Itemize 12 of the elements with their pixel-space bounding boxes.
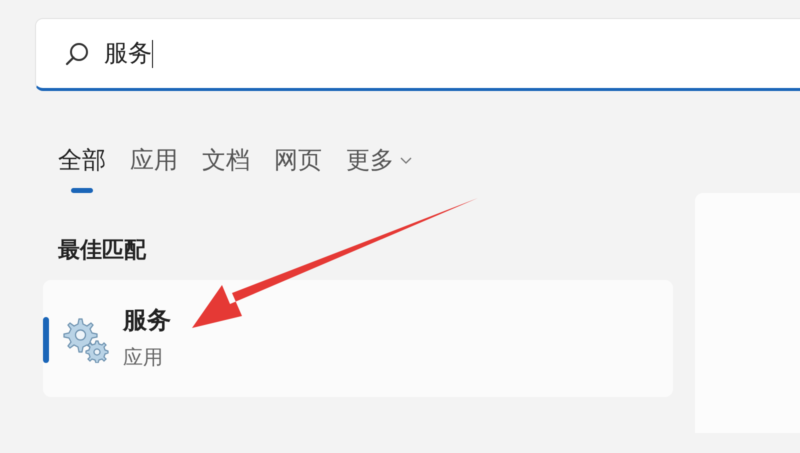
result-title: 服务 [123, 306, 171, 336]
tab[interactable]: 应用 [118, 143, 190, 193]
more-dropdown[interactable]: 更多 [334, 143, 424, 193]
search-icon [64, 40, 90, 66]
tab[interactable]: 全部 [46, 143, 118, 193]
section-heading: 最佳匹配 [58, 236, 148, 264]
tab[interactable]: 网页 [262, 143, 334, 193]
result-subtitle: 应用 [123, 346, 164, 370]
result-item[interactable]: 服务 应用 [43, 280, 673, 397]
chevron-down-icon [400, 157, 412, 165]
tab[interactable]: 文档 [190, 143, 262, 193]
search-field[interactable]: 服务 [35, 18, 800, 91]
